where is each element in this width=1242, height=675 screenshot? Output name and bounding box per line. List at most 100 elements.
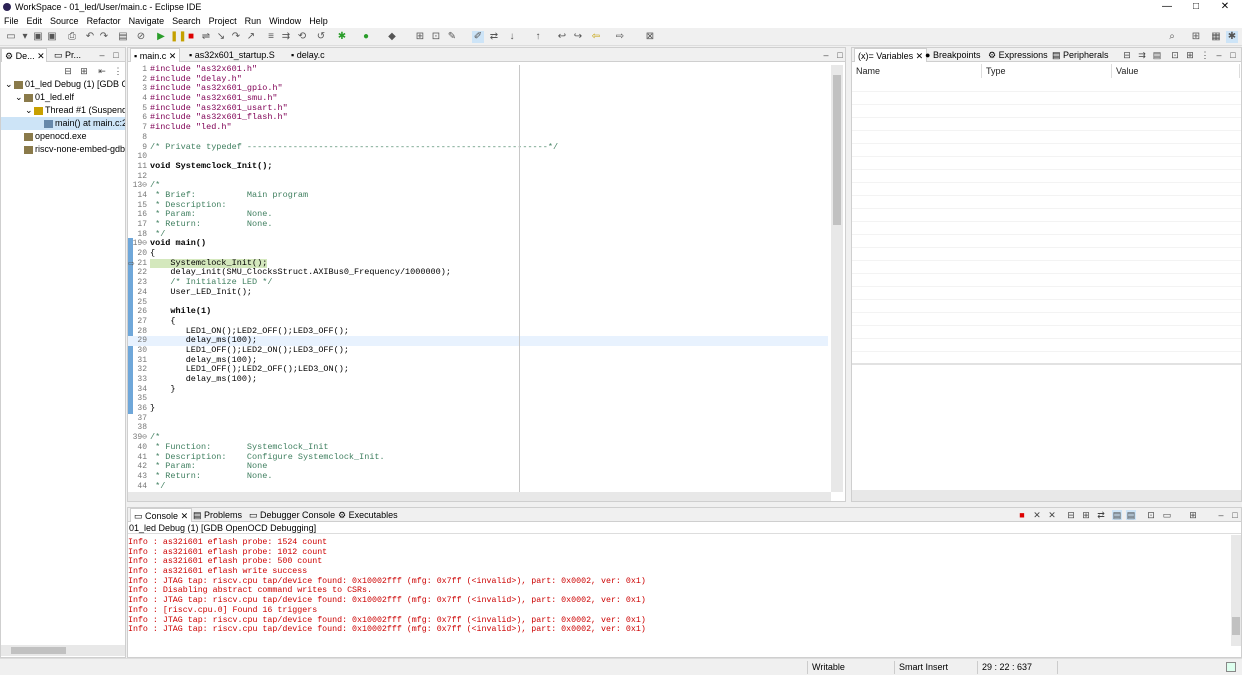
resume-icon[interactable]: ▶ bbox=[155, 31, 167, 43]
tab-project-explorer[interactable]: ▭ Pr... bbox=[51, 48, 84, 62]
code-line[interactable]: 6 #include "as32x601_flash.h" bbox=[128, 113, 828, 123]
code-line[interactable]: 17 * Return: None. bbox=[128, 219, 828, 230]
menu-project[interactable]: Project bbox=[205, 14, 241, 28]
clear-console-icon[interactable]: ⊟ bbox=[1066, 510, 1076, 520]
variables-hscrollbar[interactable] bbox=[852, 490, 1241, 501]
pin-icon[interactable]: ⊞ bbox=[1185, 50, 1195, 60]
disconnect-icon[interactable]: ⇌ bbox=[200, 31, 212, 43]
maximize-editor-icon[interactable]: □ bbox=[835, 50, 845, 60]
debug-icon[interactable]: ✱ bbox=[336, 31, 348, 43]
print-icon[interactable]: ⎙ bbox=[66, 31, 78, 43]
maximize-button[interactable]: □ bbox=[1186, 1, 1206, 13]
code-line[interactable]: 34 } bbox=[128, 384, 828, 395]
menu-source[interactable]: Source bbox=[46, 14, 83, 28]
remove-all-icon[interactable]: ✕ bbox=[1047, 510, 1057, 520]
status-insert-mode[interactable]: Smart Insert bbox=[894, 661, 976, 674]
open-folder-icon[interactable]: ⊡ bbox=[430, 31, 442, 43]
tab-main-c[interactable]: ▪ main.c ✕ bbox=[130, 48, 181, 62]
tree-item[interactable]: ⌄ Thread #1 (Suspended) bbox=[1, 104, 125, 117]
collapse-icon[interactable]: ⊟ bbox=[1122, 50, 1132, 60]
console-vscrollbar[interactable] bbox=[1231, 535, 1241, 646]
code-line[interactable]: 9/* Private typedef --------------------… bbox=[128, 142, 828, 153]
suspend-icon[interactable]: ❚❚ bbox=[170, 31, 187, 43]
tab-startup-s[interactable]: ▪ as32x601_startup.S bbox=[186, 48, 278, 62]
editor-vscrollbar[interactable] bbox=[831, 65, 843, 492]
code-line[interactable]: 43 * Return: None. bbox=[128, 471, 828, 482]
column-type[interactable]: Type bbox=[982, 64, 1112, 78]
heap-status-icon[interactable] bbox=[1226, 662, 1236, 672]
maximize-view-icon[interactable]: □ bbox=[1228, 50, 1238, 60]
external-tools-icon[interactable]: ◆ bbox=[386, 31, 398, 43]
code-line[interactable]: 33 delay_ms(100); bbox=[128, 374, 828, 385]
column-name[interactable]: Name bbox=[852, 64, 982, 78]
word-wrap-icon[interactable]: ⇄ bbox=[1096, 510, 1106, 520]
tab-variables[interactable]: (x)= Variables ✕ bbox=[854, 48, 928, 62]
undo-icon[interactable]: ↶ bbox=[84, 31, 96, 43]
minimize-editor-icon[interactable]: – bbox=[821, 50, 831, 60]
back-icon[interactable]: ⇦ bbox=[590, 31, 602, 43]
show-on-stdout-icon[interactable]: ▤ bbox=[1112, 510, 1122, 520]
menu-help[interactable]: Help bbox=[305, 14, 332, 28]
tab-expressions[interactable]: ⚙ Expressions bbox=[985, 48, 1051, 62]
details-pane-divider[interactable] bbox=[852, 363, 1241, 365]
code-line[interactable]: 14 * Brief: Main program bbox=[128, 190, 828, 201]
step-into-icon[interactable]: ↘ bbox=[215, 31, 227, 43]
tab-executables[interactable]: ⚙ Executables bbox=[335, 508, 401, 522]
column-value[interactable]: Value bbox=[1112, 64, 1240, 78]
minimize-view-icon[interactable]: – bbox=[1214, 50, 1224, 60]
run-icon[interactable]: ● bbox=[360, 31, 372, 43]
code-line[interactable]: 36} bbox=[128, 403, 828, 414]
debug-hscroll-thumb[interactable] bbox=[11, 647, 66, 654]
view-menu-icon[interactable]: ⋮ bbox=[1200, 50, 1210, 60]
menu-file[interactable]: File bbox=[0, 14, 23, 28]
tab-breakpoints[interactable]: ● Breakpoints bbox=[922, 48, 983, 62]
tab-delay-c[interactable]: ▪ delay.c bbox=[288, 48, 328, 62]
tree-item[interactable]: openocd.exe bbox=[1, 130, 125, 143]
status-cursor-position[interactable]: 29 : 22 : 637 bbox=[977, 661, 1057, 674]
new-icon[interactable]: ▭ bbox=[5, 31, 17, 43]
editor-hscrollbar[interactable] bbox=[128, 492, 831, 501]
step-return-icon[interactable]: ↗ bbox=[245, 31, 257, 43]
view-menu-icon[interactable]: ⋮ bbox=[113, 66, 123, 76]
console-output[interactable]: Info : as32i601 eflash probe: 1524 count… bbox=[128, 538, 1228, 635]
tree-item[interactable]: ⌄ 01_led Debug (1) [GDB OpenOCD Debugging… bbox=[1, 78, 125, 91]
maximize-view-icon[interactable]: □ bbox=[1230, 510, 1240, 520]
code-line[interactable]: 26 while(1) bbox=[128, 306, 828, 317]
skip-breakpoints-icon[interactable]: ⊘ bbox=[135, 31, 147, 43]
build-icon[interactable]: ▤ bbox=[117, 31, 129, 43]
debug-perspective-icon[interactable]: ✱ bbox=[1226, 31, 1238, 43]
expander-icon[interactable]: ⌄ bbox=[25, 104, 34, 117]
new-view-icon[interactable]: ⊡ bbox=[1170, 50, 1180, 60]
expand-icon[interactable]: ⊞ bbox=[79, 66, 89, 76]
step-over-icon[interactable]: ↷ bbox=[230, 31, 242, 43]
code-line[interactable]: 35 bbox=[128, 394, 828, 404]
redo-edit-icon[interactable]: ↪ bbox=[572, 31, 584, 43]
display-console-icon[interactable]: ▭ bbox=[1162, 510, 1172, 520]
instruction-step-icon[interactable]: ≡ bbox=[265, 31, 277, 43]
open-console-icon[interactable]: ⊞ bbox=[1188, 510, 1198, 520]
expander-icon[interactable]: ⌄ bbox=[15, 91, 24, 104]
expander-icon[interactable]: ⌄ bbox=[5, 78, 14, 91]
code-line[interactable]: 19⊖ void main() bbox=[128, 239, 828, 249]
tab-problems[interactable]: ▤ Problems bbox=[190, 508, 245, 522]
toolbar-step-icon[interactable]: ⇤ bbox=[97, 66, 107, 76]
tab-debug[interactable]: ⚙ De... ✕ bbox=[1, 48, 47, 62]
maximize-view-icon[interactable]: □ bbox=[111, 50, 121, 60]
code-line[interactable]: 25 bbox=[128, 298, 828, 308]
reset-icon[interactable]: ↺ bbox=[315, 31, 327, 43]
remove-launch-icon[interactable]: ✕ bbox=[1032, 510, 1042, 520]
tab-peripherals[interactable]: ▤ Peripherals bbox=[1049, 48, 1112, 62]
menu-run[interactable]: Run bbox=[241, 14, 266, 28]
code-line[interactable]: 24 User_LED_Init(); bbox=[128, 287, 828, 298]
toggle-block-icon[interactable]: ⇄ bbox=[488, 31, 500, 43]
mark-occurrences-icon[interactable]: ✐ bbox=[472, 31, 484, 43]
tree-item[interactable]: ⌄ 01_led.elf bbox=[1, 91, 125, 104]
close-button[interactable]: ✕ bbox=[1215, 1, 1235, 13]
tree-item[interactable]: main() at main.c:21 bbox=[1, 117, 125, 130]
terminate-icon[interactable]: ■ bbox=[1017, 510, 1027, 520]
prev-annotation-icon[interactable]: ↑ bbox=[532, 31, 544, 43]
pin-console-icon[interactable]: ⊡ bbox=[1146, 510, 1156, 520]
tab-console[interactable]: ▭ Console ✕ bbox=[130, 508, 193, 522]
code-line[interactable]: 12 bbox=[128, 172, 828, 182]
menu-window[interactable]: Window bbox=[265, 14, 305, 28]
